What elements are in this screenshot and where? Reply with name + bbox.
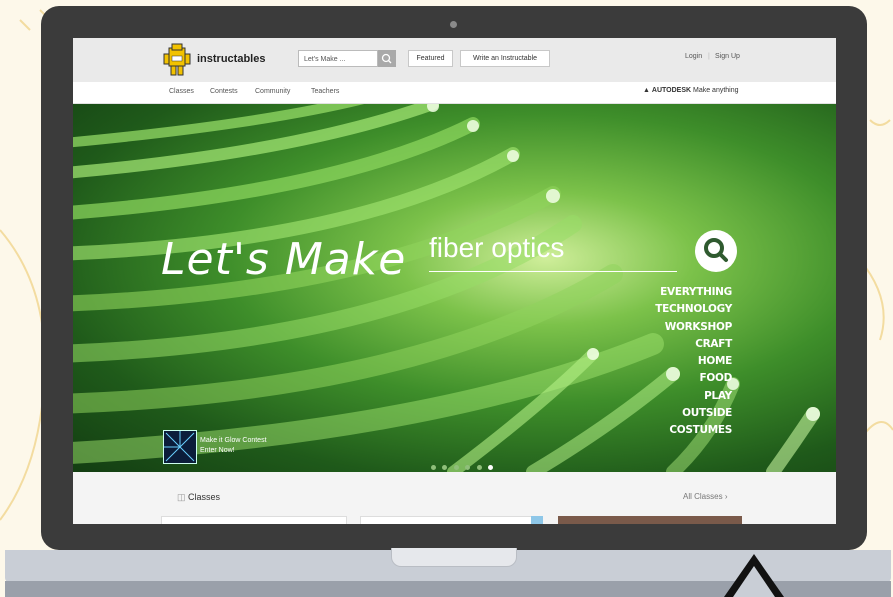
hero-search-underline [429, 271, 677, 272]
all-classes-text: All Classes [683, 492, 723, 501]
category-craft[interactable]: CRAFT [655, 336, 732, 353]
autodesk-badge[interactable]: ▲ AUTODESK Make anything [643, 87, 739, 94]
divider: | [708, 53, 710, 60]
category-food[interactable]: FOOD [655, 370, 732, 387]
category-play[interactable]: PLAY [655, 388, 732, 405]
carousel-dot[interactable] [465, 465, 471, 470]
category-home[interactable]: HOME [655, 353, 732, 370]
cursor-triangle-inner [733, 566, 775, 597]
header-search-input[interactable]: Let's Make ... [298, 50, 378, 67]
category-list: EVERYTHING TECHNOLOGY WORKSHOP CRAFT HOM… [655, 284, 732, 440]
carousel-dot[interactable] [453, 465, 459, 470]
autodesk-suffix: Make anything [693, 87, 739, 94]
lets-make-heading: Let's Make [161, 234, 407, 285]
nav-item-community[interactable]: Community [255, 88, 290, 95]
classes-section: ◫ Classes All Classes › [73, 472, 836, 524]
laptop-hinge-notch [391, 548, 517, 567]
classes-icon: ◫ [177, 492, 186, 502]
carousel-dot[interactable] [442, 465, 448, 470]
carousel-dot-active[interactable] [488, 465, 494, 470]
autodesk-icon: ▲ [643, 87, 650, 94]
carousel-dot[interactable] [431, 465, 436, 470]
category-costumes[interactable]: COSTUMES [655, 422, 732, 439]
category-technology[interactable]: TECHNOLOGY [655, 301, 732, 318]
main-nav: Classes Contests Community Teachers ▲ AU… [73, 82, 836, 104]
nav-item-contests[interactable]: Contests [210, 88, 238, 95]
category-workshop[interactable]: WORKSHOP [655, 319, 733, 336]
contest-burst-icon [164, 431, 195, 462]
hero-search-input[interactable]: fiber optics [429, 232, 675, 270]
search-icon [704, 238, 728, 262]
nav-item-teachers[interactable]: Teachers [311, 88, 339, 95]
site-header: instructables Let's Make ... Featured Wr… [73, 38, 836, 82]
contest-thumbnail[interactable] [163, 430, 197, 464]
login-link[interactable]: Login [685, 53, 702, 60]
contest-title: Make it Glow Contest [200, 437, 267, 444]
autodesk-label: AUTODESK [651, 87, 692, 94]
nav-item-classes[interactable]: Classes [169, 88, 194, 95]
classes-title-text: Classes [188, 492, 221, 502]
chevron-right-icon: › [724, 492, 728, 501]
contest-cta: Enter Now! [200, 447, 235, 454]
class-card[interactable] [161, 516, 347, 524]
hero-banner: Let's Make fiber optics EVERYTHING TECHN… [73, 104, 836, 472]
browser-screen: instructables Let's Make ... Featured Wr… [73, 38, 836, 524]
featured-button[interactable]: Featured [408, 50, 453, 67]
classes-title: ◫ Classes [177, 492, 220, 503]
logo-text[interactable]: instructables [197, 53, 265, 65]
class-card-accent [531, 516, 543, 524]
hero-search-button[interactable] [695, 230, 737, 272]
class-card[interactable] [360, 516, 532, 524]
instructables-robot-logo-icon[interactable] [161, 42, 193, 78]
contest-promo[interactable]: Make it Glow Contest Enter Now! [200, 436, 267, 456]
signup-link[interactable]: Sign Up [715, 53, 740, 60]
class-card[interactable] [558, 516, 742, 524]
carousel-dot[interactable] [476, 465, 482, 470]
search-icon [381, 53, 392, 64]
header-search-button[interactable] [378, 50, 396, 67]
category-outside[interactable]: OUTSIDE [655, 405, 732, 422]
carousel-dots [431, 457, 495, 472]
all-classes-link[interactable]: All Classes › [683, 492, 727, 501]
webcam-icon [450, 21, 457, 28]
write-instructable-button[interactable]: Write an Instructable [460, 50, 550, 67]
category-everything[interactable]: EVERYTHING [655, 284, 732, 301]
